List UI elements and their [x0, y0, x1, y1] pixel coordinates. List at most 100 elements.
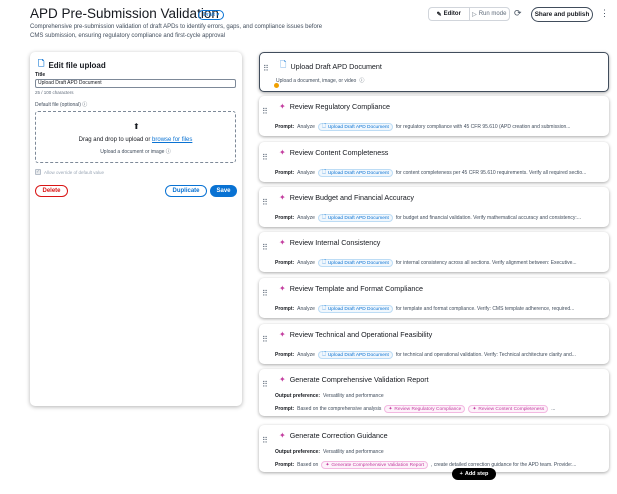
- step-reference-token[interactable]: ✦ Review Content Completeness: [468, 405, 549, 413]
- step-reference-token[interactable]: 🗋 Upload Draft APD Document: [317, 259, 393, 267]
- step-title: ✦ Review Internal Consistency: [279, 238, 380, 247]
- save-button[interactable]: Save: [210, 185, 237, 197]
- override-label: Allow override of default value: [44, 169, 105, 175]
- prompt-label: Prompt:: [275, 170, 295, 176]
- output-preference-label: Output preference:: [275, 393, 321, 399]
- step-prompt: Prompt: Analyze 🗋 Upload Draft APD Document…: [275, 123, 605, 131]
- step-reference-token[interactable]: 🗋 Upload Draft APD Document: [317, 123, 393, 131]
- step-reference-token[interactable]: 🗋 Upload Draft APD Document: [317, 214, 393, 222]
- file-icon: 🗋: [280, 60, 287, 69]
- share-and-publish-button[interactable]: Share and publish: [531, 7, 593, 22]
- step-card[interactable]: ⠿ ✦ Review Budget and Financial Accuracy Pr…: [259, 187, 609, 227]
- output-preference-value: Versatility and performance: [323, 449, 384, 455]
- page-description: Comprehensive pre-submission validation …: [30, 24, 323, 39]
- editor-mode-button[interactable]: ✎ Editor: [429, 8, 470, 20]
- step-card[interactable]: ⠿ ✦ Review Template and Format Compliance P…: [259, 278, 609, 318]
- dropzone-hint: Upload a document or image ⓘ: [36, 148, 235, 155]
- prompt-text: Analyze: [297, 306, 315, 312]
- step-card[interactable]: ⠿ ✦ Generate Correction Guidance Output pre…: [259, 425, 609, 472]
- title-field-label: Title: [35, 72, 46, 78]
- step-card[interactable]: ⠿ ✦ Review Technical and Operational Feasi…: [259, 324, 609, 364]
- file-icon: 🗋: [321, 352, 326, 357]
- step-card[interactable]: ⠿ ✦ Review Content Completeness Prompt: Anal…: [259, 142, 609, 182]
- sync-icon[interactable]: ⟳: [514, 8, 522, 19]
- upload-icon: ⬆: [133, 122, 140, 131]
- page-header: APD Pre-Submission Validation Draft ▾ Co…: [0, 0, 617, 46]
- prompt-text: Based on the comprehensive analysis: [297, 406, 382, 412]
- file-icon: 🗋: [38, 59, 45, 68]
- step-title: ✦ Generate Correction Guidance: [279, 431, 388, 440]
- drag-handle-icon[interactable]: ⠿: [262, 154, 268, 162]
- add-step-button[interactable]: + Add step: [452, 468, 496, 480]
- play-icon: ▷: [472, 11, 477, 18]
- token-label: Upload Draft APD Document: [327, 215, 389, 221]
- step-reference-token[interactable]: ✦ Review Regulatory Compliance: [384, 405, 466, 413]
- drag-handle-icon[interactable]: ⠿: [262, 381, 268, 389]
- drag-handle-icon[interactable]: ⠿: [262, 199, 268, 207]
- step-title: 🗋 Upload Draft APD Document: [280, 59, 382, 73]
- checkbox-icon: ✓: [35, 169, 41, 175]
- chevron-down-icon: ▾: [216, 12, 220, 18]
- step-title-text: Review Internal Consistency: [289, 238, 381, 247]
- edit-panel-title: Edit file upload: [48, 60, 106, 70]
- step-reference-token[interactable]: 🗋 Upload Draft APD Document: [317, 169, 393, 177]
- ai-sparkle-icon: ✦: [279, 431, 286, 440]
- prompt-text: Analyze: [297, 260, 315, 266]
- step-prompt: Prompt: Analyze 🗋 Upload Draft APD Document…: [275, 214, 605, 222]
- info-icon[interactable]: ⓘ: [82, 102, 87, 108]
- override-checkbox[interactable]: ✓ Allow override of default value: [35, 169, 104, 175]
- drag-handle-icon[interactable]: ⠿: [263, 65, 269, 73]
- prompt-text: Analyze: [297, 170, 315, 176]
- dropzone-hint-text: Upload a document or image: [100, 149, 165, 155]
- prompt-text: , create detailed correction guidance fo…: [431, 462, 577, 468]
- step-description-text: Upload a document, image, or video: [276, 77, 357, 84]
- step-title-text: Upload Draft APD Document: [290, 61, 382, 71]
- dropzone-text: Drag and drop to upload or browse for fi…: [36, 137, 235, 143]
- prompt-label: Prompt:: [275, 352, 295, 358]
- pencil-icon: ✎: [436, 11, 442, 18]
- output-preference-value: Versatility and performance: [323, 393, 384, 399]
- dropzone-instruction: Drag and drop to upload or: [78, 137, 151, 143]
- default-file-label-text: Default file (optional): [35, 102, 81, 108]
- output-preference: Output preference: Versatility and perfor…: [275, 393, 605, 399]
- info-icon[interactable]: ⓘ: [359, 77, 364, 84]
- prompt-label: Prompt:: [275, 306, 295, 312]
- drag-handle-icon[interactable]: ⠿: [262, 336, 268, 344]
- file-icon: 🗋: [321, 215, 326, 220]
- step-card[interactable]: ⠿ ✦ Review Regulatory Compliance Prompt: Ana…: [259, 96, 609, 136]
- ai-sparkle-icon: ✦: [279, 148, 286, 157]
- drag-handle-icon[interactable]: ⠿: [262, 108, 268, 116]
- step-title-text: Review Template and Format Compliance: [289, 284, 423, 293]
- step-title-text: Review Technical and Operational Feasibi…: [289, 330, 433, 339]
- status-badge[interactable]: Draft ▾: [198, 10, 225, 20]
- delete-button[interactable]: Delete: [35, 185, 68, 197]
- run-mode-button[interactable]: ▷ Run mode: [470, 8, 510, 20]
- step-prompt: Prompt: Analyze 🗋 Upload Draft APD Document…: [275, 305, 605, 313]
- step-card[interactable]: ⠿ ✦ Review Internal Consistency Prompt: Anal…: [259, 232, 609, 272]
- page-title: APD Pre-Submission Validation: [30, 6, 219, 21]
- drag-handle-icon[interactable]: ⠿: [262, 244, 268, 252]
- step-card[interactable]: ⠿ ✦ Generate Comprehensive Validation Repo…: [259, 369, 609, 416]
- step-reference-token[interactable]: ✦ Generate Comprehensive Validation Repor…: [321, 461, 429, 469]
- drag-handle-icon[interactable]: ⠿: [262, 290, 268, 298]
- edit-panel: 🗋 Edit file upload Title Upload Draft APD…: [30, 52, 242, 406]
- step-reference-token[interactable]: 🗋 Upload Draft APD Document: [317, 305, 393, 313]
- drag-handle-icon[interactable]: ⠿: [262, 437, 268, 445]
- step-status-dot: [274, 83, 279, 88]
- duplicate-button[interactable]: Duplicate: [165, 185, 207, 197]
- step-prompt: Prompt: Analyze 🗋 Upload Draft APD Document…: [275, 351, 605, 359]
- ai-sparkle-icon: ✦: [279, 375, 286, 384]
- step-title-text: Review Regulatory Compliance: [289, 102, 390, 111]
- more-options-icon[interactable]: ⋮: [600, 8, 609, 19]
- ai-sparkle-icon: ✦: [325, 462, 330, 468]
- step-card[interactable]: ⠿ 🗋 Upload Draft APD Document Upload a docu…: [259, 52, 609, 92]
- step-reference-token[interactable]: 🗋 Upload Draft APD Document: [317, 351, 393, 359]
- title-input[interactable]: Upload Draft APD Document: [35, 79, 236, 88]
- info-icon[interactable]: ⓘ: [166, 149, 171, 155]
- char-count: 25 / 100 characters: [35, 90, 74, 95]
- prompt-label: Prompt:: [275, 260, 295, 266]
- prompt-text: for content completeness per 45 CFR 95.6…: [395, 170, 587, 176]
- step-prompt: Prompt: Based on ✦ Generate Comprehensive V…: [275, 461, 605, 469]
- file-dropzone[interactable]: ⬆ Drag and drop to upload or browse for …: [35, 111, 236, 163]
- browse-files-link[interactable]: browse for files: [152, 137, 192, 143]
